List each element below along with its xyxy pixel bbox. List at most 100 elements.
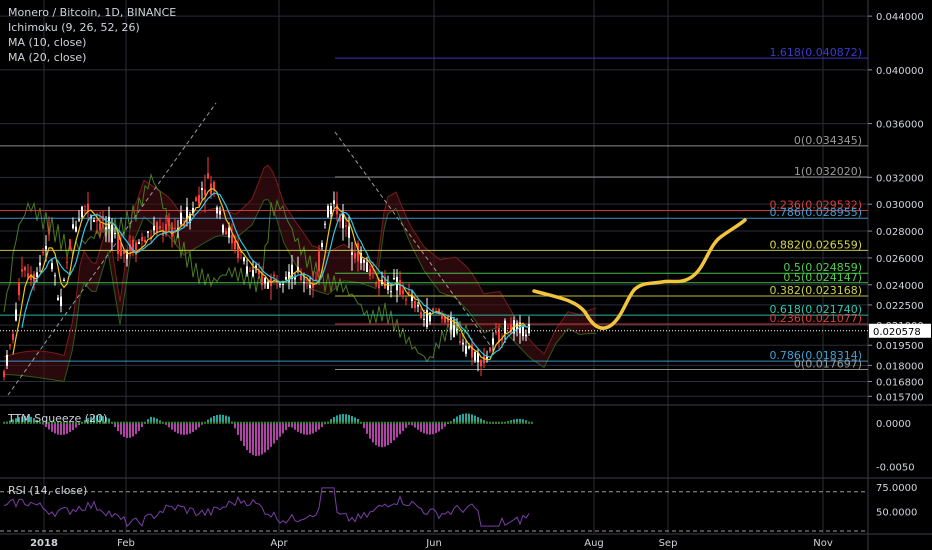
candle-body xyxy=(489,347,491,352)
ttm-squeeze-dot xyxy=(342,421,344,424)
ttm-squeeze-dot xyxy=(270,421,272,424)
ttm-squeeze-dot xyxy=(315,421,317,424)
ttm-bar xyxy=(132,422,134,437)
candle-body xyxy=(363,260,365,263)
ttm-squeeze-dot xyxy=(420,421,422,424)
candle-body xyxy=(24,267,26,271)
candle-body xyxy=(69,239,71,250)
ttm-bar xyxy=(270,422,272,447)
ttm-squeeze-dot xyxy=(504,421,506,424)
candle-body xyxy=(81,206,83,217)
ttm-squeeze-dot xyxy=(336,421,338,424)
ttm-bar xyxy=(186,422,188,435)
symbol-title[interactable]: Monero / Bitcoin, 1D, BINANCE xyxy=(8,5,176,20)
ttm-squeeze-dot xyxy=(3,421,5,424)
candle-body xyxy=(153,225,155,231)
candle-body xyxy=(450,316,452,330)
time-axis-label: Jun xyxy=(425,538,442,549)
ttm-squeeze-dot xyxy=(408,421,410,424)
candle-body xyxy=(48,228,50,231)
price-tick-label: 0.028000 xyxy=(876,227,924,238)
candle-body xyxy=(78,219,80,221)
ttm-squeeze-dot xyxy=(282,421,284,424)
ttm-squeeze-dot xyxy=(462,421,464,424)
ttm-squeeze-dot xyxy=(234,421,236,424)
ttm-squeeze-dot xyxy=(477,421,479,424)
candle-body xyxy=(525,334,527,337)
ttm-bar xyxy=(279,422,281,437)
ttm-squeeze-dot xyxy=(483,421,485,424)
chart-canvas[interactable]: 1.618(0.040872) 0(0.034345) 1(0.032020) 0.2… xyxy=(0,0,932,550)
candle-body xyxy=(372,272,374,274)
ttm-bar xyxy=(240,422,242,441)
ttm-squeeze-dot xyxy=(216,421,218,424)
price-tick-label: 0.026000 xyxy=(876,254,924,265)
legend-ichimoku[interactable]: Ichimoku (9, 26, 52, 26) xyxy=(8,20,176,35)
candle-body xyxy=(18,282,20,296)
fib-level-label: 0(0.034345) xyxy=(794,134,862,147)
price-tick-label: 0.024000 xyxy=(876,281,924,292)
ttm-squeeze-dot xyxy=(435,421,437,424)
ttm-squeeze-dot xyxy=(378,421,380,424)
chart-container[interactable]: 1.618(0.040872) 0(0.034345) 1(0.032020) 0.2… xyxy=(0,0,932,550)
ttm-bar xyxy=(351,416,353,423)
ttm-squeeze-dot xyxy=(186,421,188,424)
candle-body xyxy=(393,278,395,280)
candle-body xyxy=(348,226,350,238)
ttm-squeeze-dot xyxy=(468,421,470,424)
ttm-squeeze-dot xyxy=(471,421,473,424)
candle-body xyxy=(282,283,284,285)
ttm-squeeze-label[interactable]: TTM Squeeze (20) xyxy=(8,412,107,425)
ttm-bar xyxy=(297,422,299,432)
ttm-squeeze-dot xyxy=(207,421,209,424)
ttm-squeeze-dot xyxy=(480,421,482,424)
rsi-label[interactable]: RSI (14, close) xyxy=(8,484,87,497)
candle-body xyxy=(117,236,119,255)
candle-body xyxy=(21,269,23,272)
fib-level-label: 1.618(0.040872) xyxy=(769,46,862,59)
ttm-squeeze-dot xyxy=(279,421,281,424)
ttm-squeeze-dot xyxy=(135,421,137,424)
price-tick-label: 0.036000 xyxy=(876,120,924,131)
candle-body xyxy=(174,227,176,229)
ttm-bar xyxy=(195,422,197,430)
candle-body xyxy=(405,299,407,301)
time-axis-label: Nov xyxy=(813,538,833,549)
ttm-bar xyxy=(261,422,263,455)
ttm-bar xyxy=(417,422,419,430)
ttm-squeeze-dot xyxy=(438,421,440,424)
fib-level-label: 0(0.017697) xyxy=(794,357,862,370)
candle-body xyxy=(417,304,419,307)
ttm-squeeze-dot xyxy=(306,421,308,424)
ttm-squeeze-dot xyxy=(240,421,242,424)
ttm-squeeze-dot xyxy=(507,421,509,424)
ttm-bar xyxy=(375,422,377,446)
ttm-squeeze-dot xyxy=(150,421,152,424)
ttm-squeeze-dot xyxy=(492,421,494,424)
ttm-bar xyxy=(429,422,431,435)
candle-body xyxy=(285,276,287,280)
ttm-squeeze-dot xyxy=(120,421,122,424)
price-tick-label: 0.040000 xyxy=(876,66,924,77)
ttm-squeeze-dot xyxy=(444,421,446,424)
candle-body xyxy=(9,344,11,347)
ttm-squeeze-dot xyxy=(414,421,416,424)
legend-ma20[interactable]: MA (20, close) xyxy=(8,50,176,65)
legend-ma10[interactable]: MA (10, close) xyxy=(8,35,176,50)
ttm-squeeze-dot xyxy=(192,421,194,424)
candle-body xyxy=(408,291,410,293)
ttm-bar xyxy=(264,422,266,453)
candle-body xyxy=(387,282,389,290)
candle-body xyxy=(228,227,230,238)
ttm-bar xyxy=(378,422,380,447)
ttm-squeeze-dot xyxy=(300,421,302,424)
ttm-bar xyxy=(183,422,185,435)
projection-curve xyxy=(532,218,747,330)
time-axis-label: Sep xyxy=(659,538,678,549)
ttm-bar xyxy=(135,422,137,435)
ttm-squeeze-dot xyxy=(486,421,488,424)
candle-body xyxy=(15,309,17,321)
candle-body xyxy=(66,261,68,263)
candle-body xyxy=(423,318,425,320)
ttm-squeeze-dot xyxy=(411,421,413,424)
